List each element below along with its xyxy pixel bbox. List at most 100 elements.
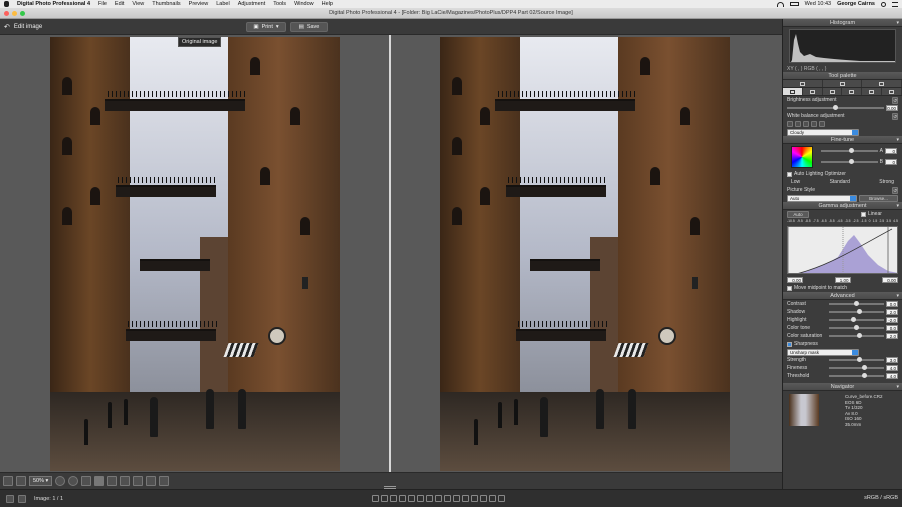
picture-style-select[interactable]: Auto xyxy=(787,194,857,202)
reject-icon[interactable] xyxy=(480,495,487,502)
collapse-icon[interactable]: ▾ xyxy=(896,19,899,27)
flag-icon[interactable] xyxy=(390,495,397,502)
advanced-header[interactable]: Advanced ▾ xyxy=(783,292,902,300)
color-saturation-value[interactable]: 2.0 xyxy=(886,333,898,339)
rotate-left-icon[interactable] xyxy=(372,495,379,502)
star-2-icon[interactable] xyxy=(444,495,451,502)
list-view-icon[interactable] xyxy=(18,494,26,503)
gamma-curve-graph[interactable] xyxy=(788,227,898,274)
grid-overlay-icon[interactable] xyxy=(81,476,92,486)
white-balance-select[interactable]: Cloudy xyxy=(787,128,859,136)
wb-preset-4-icon[interactable] xyxy=(819,121,825,127)
wb-eyedropper-icon[interactable] xyxy=(787,121,793,127)
fine-tune-a-value[interactable]: 0 xyxy=(885,148,897,154)
layout-icon[interactable] xyxy=(159,476,170,486)
threshold-value[interactable]: 4.0 xyxy=(886,373,898,379)
navigator-thumbnail[interactable] xyxy=(789,394,819,426)
contrast-value[interactable]: 0.0 xyxy=(886,301,898,307)
tab-detail[interactable] xyxy=(842,88,863,95)
menu-adjustment[interactable]: Adjustment xyxy=(238,1,266,7)
menu-thumbnails[interactable]: Thumbnails xyxy=(152,1,180,7)
gamma-left-value[interactable]: 0.00 xyxy=(787,277,803,283)
zoom-out-icon[interactable] xyxy=(55,476,66,486)
tab-tone[interactable] xyxy=(803,88,823,95)
gamma-linear-checkbox[interactable] xyxy=(861,211,866,217)
menu-file[interactable]: File xyxy=(98,1,107,7)
wb-preset-3-icon[interactable] xyxy=(811,121,817,127)
move-midpoint-checkbox[interactable] xyxy=(787,285,792,291)
menu-view[interactable]: View xyxy=(132,1,144,7)
fine-tune-b-value[interactable]: 0 xyxy=(885,159,897,165)
brightness-slider[interactable] xyxy=(787,105,884,110)
label-2-icon[interactable] xyxy=(408,495,415,502)
actual-size-icon[interactable] xyxy=(16,476,26,486)
tab-crop[interactable] xyxy=(823,80,863,87)
minimize-window-button[interactable] xyxy=(12,11,17,16)
star-4-icon[interactable] xyxy=(462,495,469,502)
shadow-slider[interactable] xyxy=(829,309,884,314)
compare-divider[interactable] xyxy=(389,35,391,472)
menu-help[interactable]: Help xyxy=(322,1,333,7)
sharpness-mode-select[interactable]: Unsharp mask xyxy=(787,348,859,356)
sharpness-checkbox[interactable] xyxy=(787,341,792,347)
white-balance-reset-button[interactable]: ↺ xyxy=(892,112,898,120)
highlight-value[interactable]: -2.0 xyxy=(886,317,898,323)
compare-split-icon[interactable] xyxy=(94,476,105,486)
tab-color[interactable] xyxy=(823,88,843,95)
menu-preview[interactable]: Preview xyxy=(189,1,209,7)
navigator-header[interactable]: Navigator ▾ xyxy=(783,383,902,391)
tab-lens[interactable] xyxy=(862,88,883,95)
star-1-icon[interactable] xyxy=(435,495,442,502)
image-viewer[interactable]: Original image xyxy=(0,35,782,472)
auto-lighting-checkbox[interactable] xyxy=(787,171,792,177)
menu-tools[interactable]: Tools xyxy=(273,1,286,7)
original-image[interactable] xyxy=(50,37,340,471)
star-3-icon[interactable] xyxy=(453,495,460,502)
menu-edit[interactable]: Edit xyxy=(115,1,124,7)
alo-low-label[interactable]: Low xyxy=(791,179,800,185)
fineness-slider[interactable] xyxy=(829,365,884,370)
user-name[interactable]: George Cairns xyxy=(837,1,875,7)
fine-tune-header[interactable]: Fine-tune ▾ xyxy=(783,136,902,144)
clock[interactable]: Wed 10:43 xyxy=(805,1,832,7)
highlight-slider[interactable] xyxy=(829,317,884,322)
threshold-slider[interactable] xyxy=(829,373,884,378)
compare-side-icon[interactable] xyxy=(107,476,118,486)
save-button[interactable]: ▤ Save xyxy=(290,22,328,32)
rating-icon[interactable] xyxy=(426,495,433,502)
close-window-button[interactable] xyxy=(4,11,9,16)
contrast-slider[interactable] xyxy=(829,301,884,306)
af-point-icon[interactable] xyxy=(120,476,131,486)
brightness-value[interactable]: 0.00 xyxy=(886,105,898,111)
gamma-header[interactable]: Gamma adjustment ▾ xyxy=(783,202,902,210)
wb-preset-2-icon[interactable] xyxy=(803,121,809,127)
brightness-reset-button[interactable]: ↺ xyxy=(892,96,898,104)
strength-value[interactable]: 3.0 xyxy=(886,357,898,363)
tool-palette-header[interactable]: Tool palette xyxy=(783,72,902,80)
next-image-icon[interactable] xyxy=(498,495,505,502)
shadow-value[interactable]: 2.0 xyxy=(886,309,898,315)
alo-strong-label[interactable]: Strong xyxy=(879,179,894,185)
fine-tune-a-slider[interactable] xyxy=(821,148,878,153)
wifi-icon[interactable] xyxy=(776,1,784,7)
print-button[interactable]: ▣ Print ▾ xyxy=(246,22,286,32)
app-menu[interactable]: Digital Photo Professional 4 xyxy=(17,1,90,7)
strength-slider[interactable] xyxy=(829,357,884,362)
info-display-icon[interactable] xyxy=(146,476,157,486)
picture-style-reset-button[interactable]: ↺ xyxy=(892,186,898,194)
fineness-value[interactable]: 4.0 xyxy=(886,365,898,371)
zoom-in-icon[interactable] xyxy=(68,476,79,486)
color-saturation-slider[interactable] xyxy=(829,333,884,338)
picture-style-browse-button[interactable]: Browse... xyxy=(859,194,898,202)
histogram-header[interactable]: Histogram ▾ xyxy=(783,19,902,27)
menu-label[interactable]: Label xyxy=(216,1,229,7)
fit-screen-icon[interactable] xyxy=(3,476,13,486)
menu-window[interactable]: Window xyxy=(294,1,314,7)
gamma-auto-button[interactable]: Auto xyxy=(787,210,809,218)
previous-image-icon[interactable] xyxy=(489,495,496,502)
wb-preset-1-icon[interactable] xyxy=(795,121,801,127)
color-tone-value[interactable]: 0.0 xyxy=(886,325,898,331)
star-5-icon[interactable] xyxy=(471,495,478,502)
label-1-icon[interactable] xyxy=(399,495,406,502)
tab-camera[interactable] xyxy=(783,80,823,87)
